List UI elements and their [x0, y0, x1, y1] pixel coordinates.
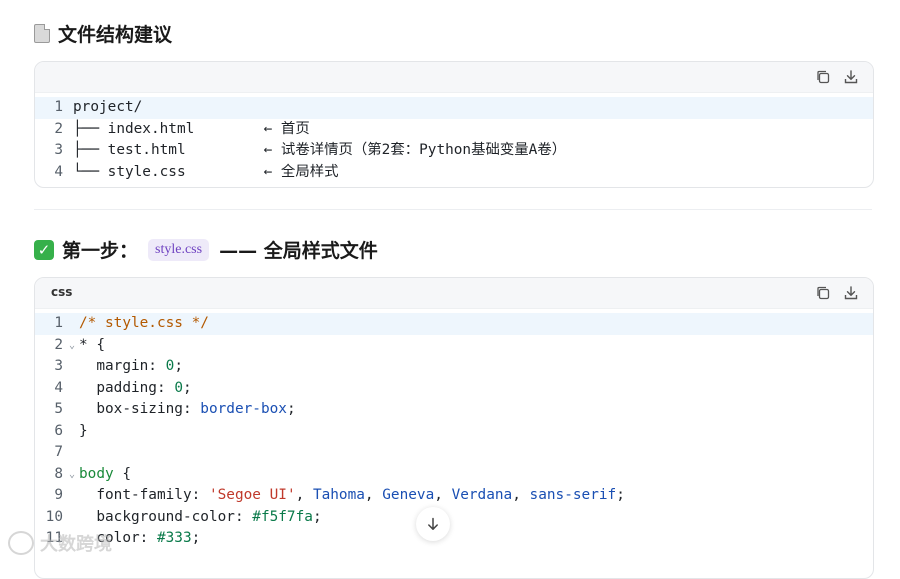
- fold-chevron-icon[interactable]: ⌄: [69, 464, 75, 486]
- code-line: 5 box-sizing: border-box;: [54, 401, 296, 417]
- document-icon: [34, 24, 50, 43]
- section-heading-step-one: ✓ 第一步： style.css —— 全局样式文件: [34, 236, 378, 263]
- inline-code-filename: style.css: [148, 238, 210, 261]
- code-line: 9 font-family: 'Segoe UI', Tahoma, Genev…: [54, 487, 625, 503]
- section-title-suffix: —— 全局样式文件: [219, 240, 378, 262]
- code-line: 1 project/: [35, 97, 873, 119]
- section-heading-file-structure: 文件结构建议: [34, 20, 172, 47]
- language-label: css: [51, 285, 73, 299]
- download-icon[interactable]: [843, 285, 859, 301]
- code-line: 6}: [54, 422, 88, 439]
- code-line: 2 ⌄ * {: [35, 335, 873, 357]
- code-block-file-structure: 1 project/ 2 ├── index.html ← 首页 3 ├── test…: [34, 61, 874, 188]
- code-line: 7: [54, 444, 63, 460]
- check-icon: ✓: [34, 239, 54, 260]
- section-title-prefix: 第一步：: [62, 240, 139, 262]
- code-line: 4 padding: 0;: [54, 379, 192, 396]
- copy-icon[interactable]: [815, 69, 831, 85]
- copy-icon[interactable]: [815, 285, 831, 301]
- code-block-header: [35, 62, 873, 93]
- code-line: 3 ├── test.html ← 试卷详情页（第2套：Python基础变量A卷）: [54, 142, 567, 158]
- code-line: 8 ⌄ body {: [35, 464, 873, 486]
- code-line: 10 background-color: #f5f7fa;: [45, 508, 322, 525]
- code-line: 3 margin: 0;: [54, 358, 183, 374]
- code-line: 4 └── style.css ← 全局样式: [54, 163, 339, 180]
- section-title: 文件结构建议: [58, 24, 173, 46]
- code-block-css: css 1/* style.css */ 2 ⌄ * { 3 margin: 0; …: [34, 277, 874, 579]
- watermark: 大数跨境: [8, 530, 112, 556]
- fold-chevron-icon[interactable]: ⌄: [69, 335, 75, 357]
- scroll-down-button[interactable]: [416, 507, 450, 541]
- code-line: 1/* style.css */: [35, 313, 873, 335]
- code-block-header: css: [35, 278, 873, 309]
- code-line: 11 color: #333;: [45, 530, 201, 546]
- code-line: 2 ├── index.html ← 首页: [54, 120, 310, 137]
- watermark-logo-icon: [8, 531, 34, 555]
- divider: [34, 209, 872, 210]
- arrow-down-icon: [428, 517, 438, 530]
- download-icon[interactable]: [843, 69, 859, 85]
